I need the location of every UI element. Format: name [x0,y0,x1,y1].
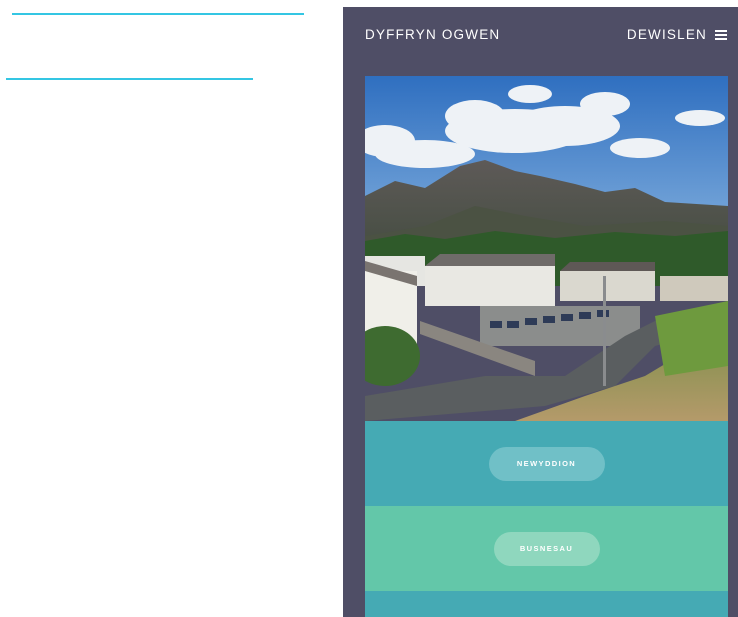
menu-button[interactable]: DEWISLEN [627,27,727,42]
divider-line [6,78,253,80]
news-button[interactable]: NEWYDDION [488,446,605,481]
business-button[interactable]: BUSNESAU [493,531,600,566]
hamburger-icon [715,29,727,40]
landscape-photo [365,76,728,421]
mobile-page-preview: DYFFRYN OGWEN DEWISLEN NEWYDDION BUSNESA… [343,7,738,617]
site-header: DYFFRYN OGWEN DEWISLEN [343,7,738,63]
next-section [365,591,728,617]
divider-line [12,13,304,15]
site-title[interactable]: DYFFRYN OGWEN [365,27,500,42]
menu-label: DEWISLEN [626,27,707,42]
news-section: NEWYDDION [365,421,728,506]
hero-image [365,76,728,421]
business-section: BUSNESAU [365,506,728,591]
